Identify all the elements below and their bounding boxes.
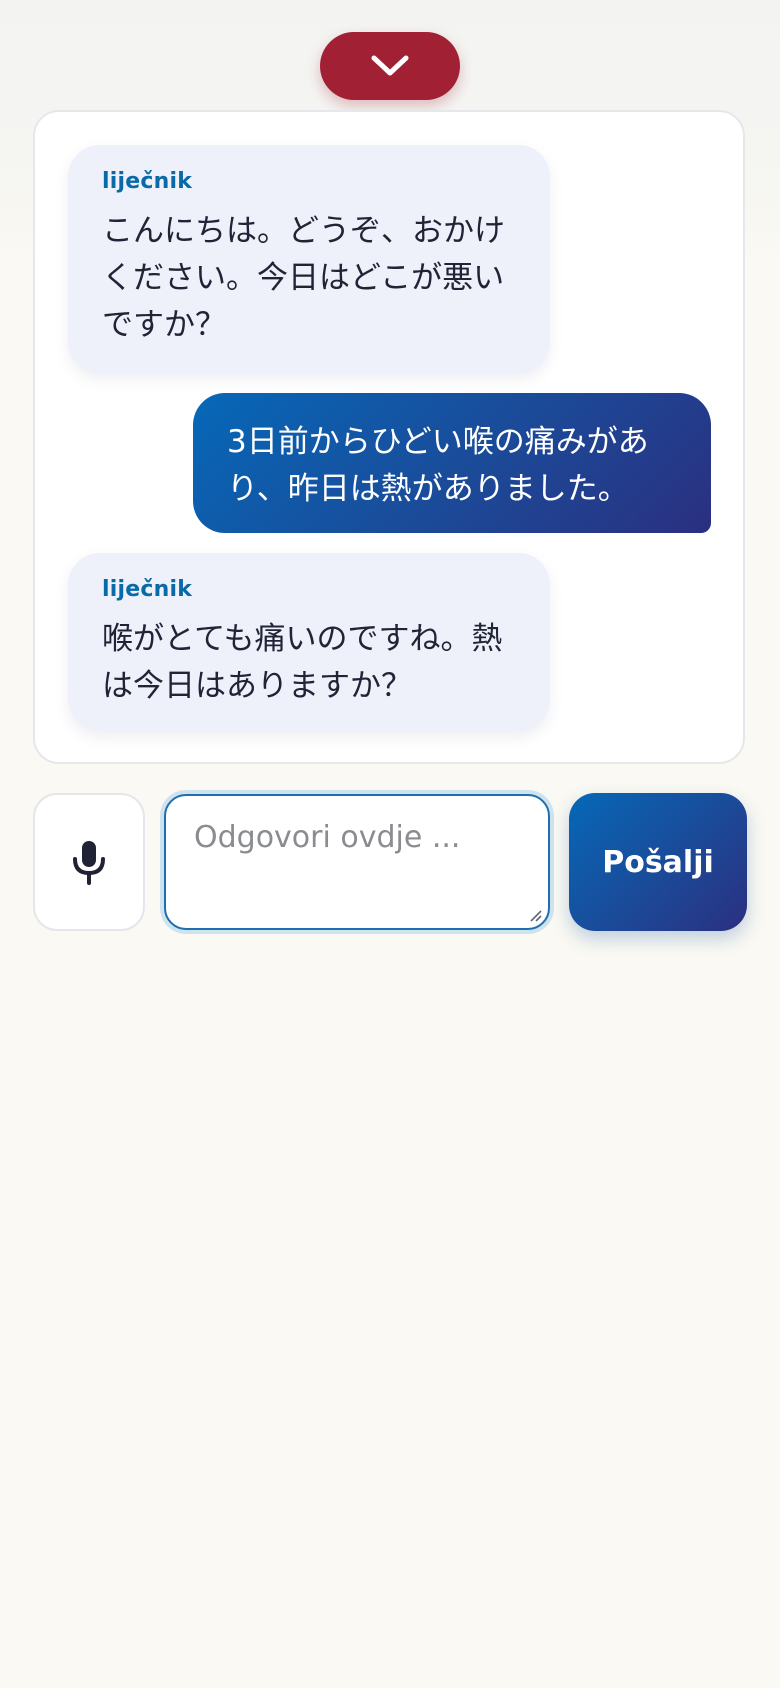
reply-input[interactable] (164, 794, 550, 930)
doctor-message-1: liječnik こんにちは。どうぞ、おかけください。今日はどこが悪いですか？ (68, 145, 550, 373)
reply-input-wrapper (160, 790, 554, 934)
chat-panel[interactable]: liječnik こんにちは。どうぞ、おかけください。今日はどこが悪いですか？ … (33, 110, 745, 764)
patient-message-1: 3日前からひどい喉の痛みがあり、昨日は熱がありました。 (193, 393, 711, 533)
message-sender: liječnik (102, 577, 193, 602)
message-sender: liječnik (102, 169, 193, 194)
collapse-button[interactable] (320, 32, 460, 100)
microphone-icon (73, 841, 105, 885)
chevron-down-icon (371, 55, 409, 76)
resize-handle-icon[interactable] (528, 908, 542, 922)
send-button[interactable]: Pošalji (569, 793, 747, 931)
message-text: 喉がとても痛いのですね。熱は今日はありますか？ (102, 621, 503, 704)
message-text: 3日前からひどい喉の痛みがあり、昨日は熱がありました。 (227, 424, 649, 507)
doctor-message-2: liječnik 喉がとても痛いのですね。熱は今日はありますか？ (68, 553, 550, 731)
microphone-button[interactable] (33, 793, 145, 931)
message-text: こんにちは。どうぞ、おかけください。今日はどこが悪いですか？ (102, 213, 505, 343)
